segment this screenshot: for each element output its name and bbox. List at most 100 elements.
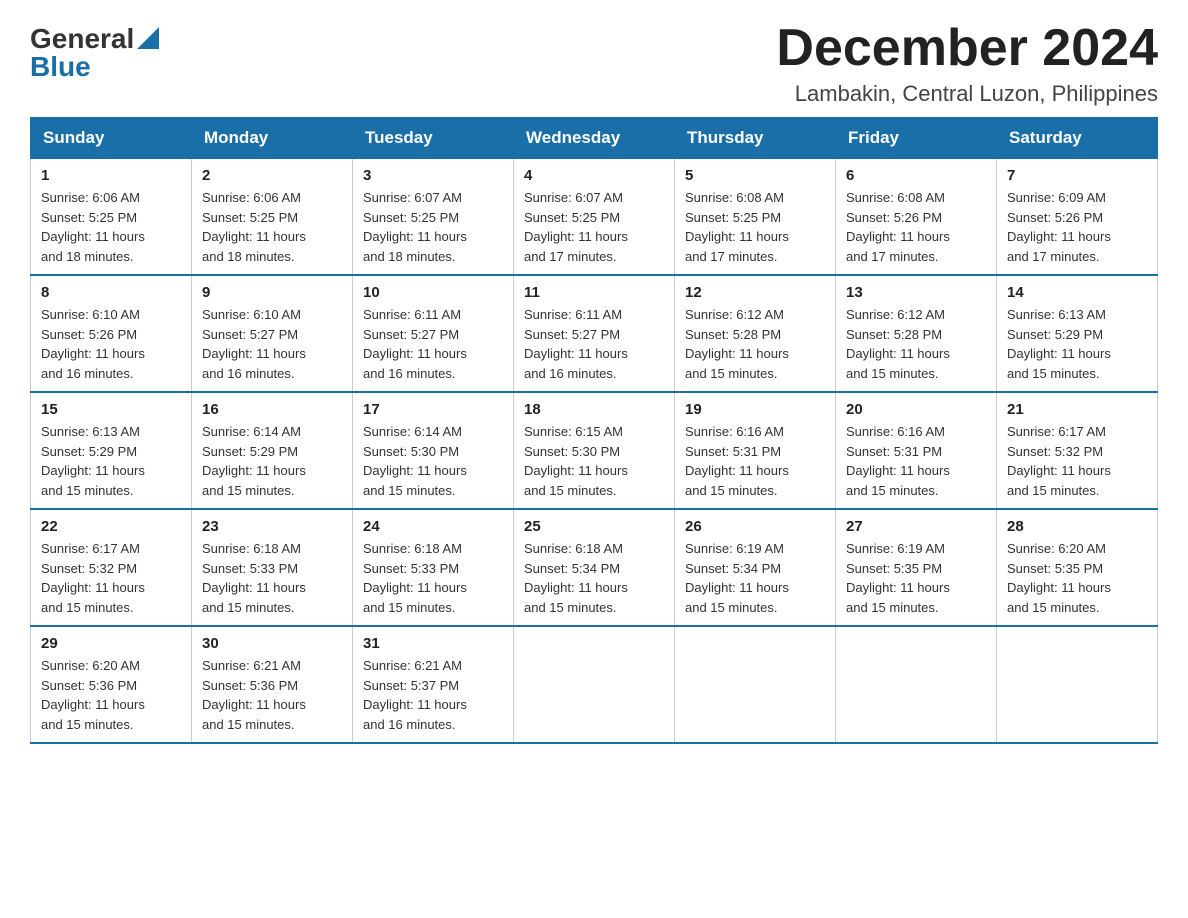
day-info: Sunrise: 6:10 AMSunset: 5:27 PMDaylight:… — [202, 305, 342, 383]
calendar-week-3: 15 Sunrise: 6:13 AMSunset: 5:29 PMDaylig… — [31, 392, 1158, 509]
day-number: 22 — [41, 518, 181, 535]
day-info: Sunrise: 6:20 AMSunset: 5:36 PMDaylight:… — [41, 656, 181, 734]
calendar-cell: 23 Sunrise: 6:18 AMSunset: 5:33 PMDaylig… — [192, 509, 353, 626]
day-info: Sunrise: 6:13 AMSunset: 5:29 PMDaylight:… — [1007, 305, 1147, 383]
calendar-week-5: 29 Sunrise: 6:20 AMSunset: 5:36 PMDaylig… — [31, 626, 1158, 743]
day-info: Sunrise: 6:19 AMSunset: 5:35 PMDaylight:… — [846, 539, 986, 617]
day-info: Sunrise: 6:15 AMSunset: 5:30 PMDaylight:… — [524, 422, 664, 500]
calendar-cell — [675, 626, 836, 743]
day-info: Sunrise: 6:19 AMSunset: 5:34 PMDaylight:… — [685, 539, 825, 617]
day-info: Sunrise: 6:13 AMSunset: 5:29 PMDaylight:… — [41, 422, 181, 500]
day-number: 21 — [1007, 401, 1147, 418]
day-number: 5 — [685, 167, 825, 184]
day-info: Sunrise: 6:10 AMSunset: 5:26 PMDaylight:… — [41, 305, 181, 383]
day-number: 18 — [524, 401, 664, 418]
day-info: Sunrise: 6:17 AMSunset: 5:32 PMDaylight:… — [41, 539, 181, 617]
calendar-week-2: 8 Sunrise: 6:10 AMSunset: 5:26 PMDayligh… — [31, 275, 1158, 392]
col-header-tuesday: Tuesday — [353, 118, 514, 159]
calendar-cell — [514, 626, 675, 743]
calendar-week-1: 1 Sunrise: 6:06 AMSunset: 5:25 PMDayligh… — [31, 159, 1158, 276]
day-number: 10 — [363, 284, 503, 301]
day-number: 30 — [202, 635, 342, 652]
calendar-cell: 24 Sunrise: 6:18 AMSunset: 5:33 PMDaylig… — [353, 509, 514, 626]
day-number: 15 — [41, 401, 181, 418]
day-info: Sunrise: 6:18 AMSunset: 5:33 PMDaylight:… — [202, 539, 342, 617]
day-info: Sunrise: 6:12 AMSunset: 5:28 PMDaylight:… — [846, 305, 986, 383]
calendar-cell: 21 Sunrise: 6:17 AMSunset: 5:32 PMDaylig… — [997, 392, 1158, 509]
day-info: Sunrise: 6:20 AMSunset: 5:35 PMDaylight:… — [1007, 539, 1147, 617]
day-info: Sunrise: 6:07 AMSunset: 5:25 PMDaylight:… — [363, 188, 503, 266]
day-number: 8 — [41, 284, 181, 301]
calendar-cell: 2 Sunrise: 6:06 AMSunset: 5:25 PMDayligh… — [192, 159, 353, 276]
calendar-cell: 26 Sunrise: 6:19 AMSunset: 5:34 PMDaylig… — [675, 509, 836, 626]
title-area: December 2024 Lambakin, Central Luzon, P… — [776, 20, 1158, 107]
day-info: Sunrise: 6:06 AMSunset: 5:25 PMDaylight:… — [41, 188, 181, 266]
day-info: Sunrise: 6:14 AMSunset: 5:30 PMDaylight:… — [363, 422, 503, 500]
day-info: Sunrise: 6:16 AMSunset: 5:31 PMDaylight:… — [846, 422, 986, 500]
day-info: Sunrise: 6:11 AMSunset: 5:27 PMDaylight:… — [524, 305, 664, 383]
calendar-cell: 31 Sunrise: 6:21 AMSunset: 5:37 PMDaylig… — [353, 626, 514, 743]
calendar-cell: 4 Sunrise: 6:07 AMSunset: 5:25 PMDayligh… — [514, 159, 675, 276]
col-header-friday: Friday — [836, 118, 997, 159]
day-number: 26 — [685, 518, 825, 535]
calendar-cell: 27 Sunrise: 6:19 AMSunset: 5:35 PMDaylig… — [836, 509, 997, 626]
calendar-table: SundayMondayTuesdayWednesdayThursdayFrid… — [30, 117, 1158, 744]
month-title: December 2024 — [776, 20, 1158, 77]
day-number: 1 — [41, 167, 181, 184]
day-number: 17 — [363, 401, 503, 418]
day-info: Sunrise: 6:18 AMSunset: 5:33 PMDaylight:… — [363, 539, 503, 617]
calendar-cell: 3 Sunrise: 6:07 AMSunset: 5:25 PMDayligh… — [353, 159, 514, 276]
day-number: 23 — [202, 518, 342, 535]
day-number: 7 — [1007, 167, 1147, 184]
calendar-cell: 16 Sunrise: 6:14 AMSunset: 5:29 PMDaylig… — [192, 392, 353, 509]
day-info: Sunrise: 6:18 AMSunset: 5:34 PMDaylight:… — [524, 539, 664, 617]
day-number: 19 — [685, 401, 825, 418]
day-number: 3 — [363, 167, 503, 184]
calendar-cell: 5 Sunrise: 6:08 AMSunset: 5:25 PMDayligh… — [675, 159, 836, 276]
calendar-cell: 7 Sunrise: 6:09 AMSunset: 5:26 PMDayligh… — [997, 159, 1158, 276]
day-info: Sunrise: 6:08 AMSunset: 5:26 PMDaylight:… — [846, 188, 986, 266]
calendar-cell: 10 Sunrise: 6:11 AMSunset: 5:27 PMDaylig… — [353, 275, 514, 392]
calendar-cell: 28 Sunrise: 6:20 AMSunset: 5:35 PMDaylig… — [997, 509, 1158, 626]
day-info: Sunrise: 6:08 AMSunset: 5:25 PMDaylight:… — [685, 188, 825, 266]
day-number: 24 — [363, 518, 503, 535]
day-number: 31 — [363, 635, 503, 652]
page-header: General Blue December 2024 Lambakin, Cen… — [30, 20, 1158, 107]
calendar-cell: 12 Sunrise: 6:12 AMSunset: 5:28 PMDaylig… — [675, 275, 836, 392]
day-info: Sunrise: 6:06 AMSunset: 5:25 PMDaylight:… — [202, 188, 342, 266]
day-info: Sunrise: 6:21 AMSunset: 5:37 PMDaylight:… — [363, 656, 503, 734]
calendar-cell: 1 Sunrise: 6:06 AMSunset: 5:25 PMDayligh… — [31, 159, 192, 276]
day-number: 27 — [846, 518, 986, 535]
day-info: Sunrise: 6:07 AMSunset: 5:25 PMDaylight:… — [524, 188, 664, 266]
col-header-monday: Monday — [192, 118, 353, 159]
day-info: Sunrise: 6:11 AMSunset: 5:27 PMDaylight:… — [363, 305, 503, 383]
calendar-cell: 6 Sunrise: 6:08 AMSunset: 5:26 PMDayligh… — [836, 159, 997, 276]
calendar-cell: 8 Sunrise: 6:10 AMSunset: 5:26 PMDayligh… — [31, 275, 192, 392]
calendar-cell: 22 Sunrise: 6:17 AMSunset: 5:32 PMDaylig… — [31, 509, 192, 626]
calendar-cell: 14 Sunrise: 6:13 AMSunset: 5:29 PMDaylig… — [997, 275, 1158, 392]
day-number: 28 — [1007, 518, 1147, 535]
col-header-thursday: Thursday — [675, 118, 836, 159]
logo: General Blue — [30, 25, 159, 81]
day-info: Sunrise: 6:16 AMSunset: 5:31 PMDaylight:… — [685, 422, 825, 500]
day-number: 16 — [202, 401, 342, 418]
calendar-cell: 19 Sunrise: 6:16 AMSunset: 5:31 PMDaylig… — [675, 392, 836, 509]
day-number: 20 — [846, 401, 986, 418]
calendar-cell — [997, 626, 1158, 743]
calendar-header: SundayMondayTuesdayWednesdayThursdayFrid… — [31, 118, 1158, 159]
calendar-cell: 25 Sunrise: 6:18 AMSunset: 5:34 PMDaylig… — [514, 509, 675, 626]
calendar-cell: 30 Sunrise: 6:21 AMSunset: 5:36 PMDaylig… — [192, 626, 353, 743]
day-info: Sunrise: 6:14 AMSunset: 5:29 PMDaylight:… — [202, 422, 342, 500]
day-info: Sunrise: 6:12 AMSunset: 5:28 PMDaylight:… — [685, 305, 825, 383]
col-header-sunday: Sunday — [31, 118, 192, 159]
calendar-week-4: 22 Sunrise: 6:17 AMSunset: 5:32 PMDaylig… — [31, 509, 1158, 626]
day-number: 29 — [41, 635, 181, 652]
calendar-cell: 20 Sunrise: 6:16 AMSunset: 5:31 PMDaylig… — [836, 392, 997, 509]
calendar-cell: 11 Sunrise: 6:11 AMSunset: 5:27 PMDaylig… — [514, 275, 675, 392]
day-number: 13 — [846, 284, 986, 301]
day-number: 14 — [1007, 284, 1147, 301]
calendar-cell: 18 Sunrise: 6:15 AMSunset: 5:30 PMDaylig… — [514, 392, 675, 509]
day-number: 4 — [524, 167, 664, 184]
calendar-cell: 15 Sunrise: 6:13 AMSunset: 5:29 PMDaylig… — [31, 392, 192, 509]
col-header-wednesday: Wednesday — [514, 118, 675, 159]
